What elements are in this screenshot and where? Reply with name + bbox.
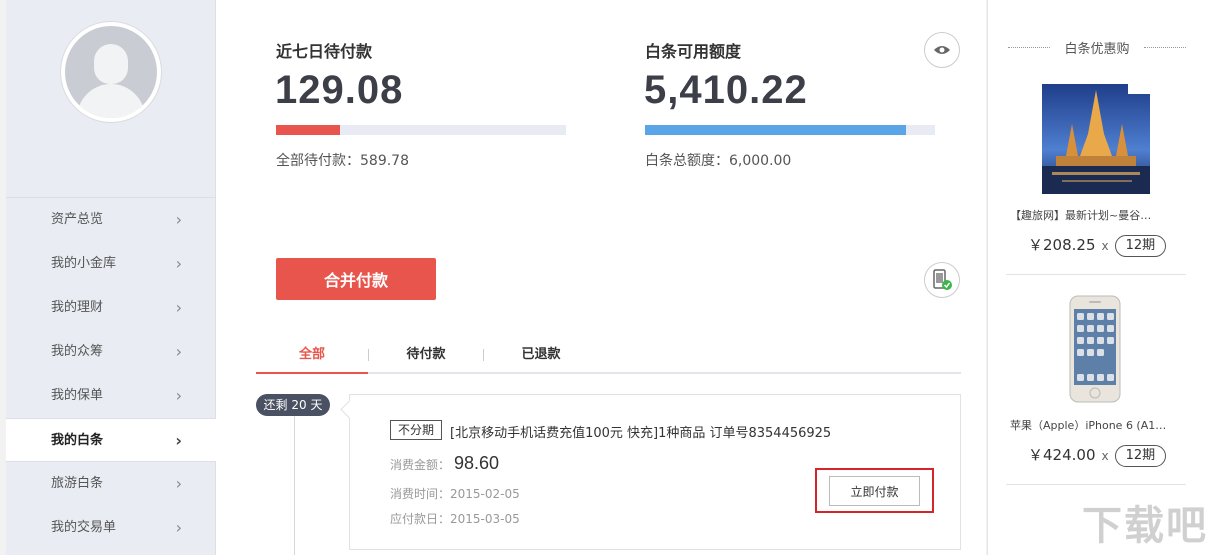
available-progress-bar [645, 125, 935, 135]
page-root: 资产总览 › 我的小金库 › 我的理财 › 我的众筹 › 我的保单 › 我的白条… [0, 0, 1214, 555]
promo-panel: 白条优惠购 【趣旅网】最新计划~曼谷… ￥208.25 x 12期 苹果（App… [987, 0, 1214, 555]
credit-total-label: 白条总额度： [645, 153, 729, 169]
promo-title: 白条优惠购 [1008, 38, 1186, 57]
available-value: 5,410.22 [644, 68, 808, 112]
order-card: 不分期 [北京移动手机话费充值100元 快充]1种商品 订单号835445692… [349, 394, 961, 550]
sidebar-menu: 资产总览 › 我的小金库 › 我的理财 › 我的众筹 › 我的保单 › 我的白条… [6, 197, 216, 550]
sidebar: 资产总览 › 我的小金库 › 我的理财 › 我的众筹 › 我的保单 › 我的白条… [6, 0, 216, 555]
timeline-line [294, 416, 295, 555]
sidebar-item-small-vault[interactable]: 我的小金库 › [6, 242, 216, 286]
available-progress-fill [645, 125, 906, 135]
mobile-pay-button[interactable] [924, 262, 960, 298]
due7-total-value: 589.78 [360, 153, 409, 169]
chevron-right-icon: › [175, 386, 182, 405]
product-price-row: ￥208.25 x 12期 [1028, 234, 1167, 257]
merge-pay-button[interactable]: 合并付款 [276, 258, 436, 300]
toggle-visibility-button[interactable] [924, 32, 960, 68]
watermark-logo: 下载吧 [1082, 503, 1208, 549]
due-label: 应付款日： [390, 512, 451, 526]
order-tabs: 全部 待付款 已退款 [256, 340, 961, 374]
product-price: ￥208.25 [1028, 236, 1096, 254]
chevron-right-icon: › [175, 518, 182, 537]
installment-period[interactable]: 12期 [1114, 444, 1167, 467]
product-name[interactable]: 苹果（Apple）iPhone 6 (A1… [1010, 417, 1170, 433]
due7-total: 全部待付款：589.78 [276, 150, 409, 170]
product-name[interactable]: 【趣旅网】最新计划~曼谷… [1010, 207, 1170, 223]
due7-title: 近七日待付款 [276, 42, 373, 61]
sidebar-item-label: 我的白条 [51, 433, 104, 448]
chevron-right-icon: › [175, 210, 182, 229]
sidebar-item-label: 资产总览 [51, 212, 104, 227]
available-title: 白条可用额度 [645, 42, 742, 61]
iphone-image [1069, 295, 1121, 403]
sidebar-item-crowdfunding[interactable]: 我的众筹 › [6, 330, 216, 374]
order-title[interactable]: [北京移动手机话费充值100元 快充]1种商品 订单号8354456925 [450, 422, 831, 441]
sidebar-item-label: 我的理财 [51, 300, 104, 315]
chevron-right-icon: › [175, 342, 182, 361]
time-row: 消费时间：2015-02-05 [390, 485, 520, 502]
main-content: 近七日待付款 129.08 全部待付款：589.78 白条可用额度 5,410.… [216, 0, 986, 555]
chevron-right-icon: › [175, 431, 182, 450]
chevron-right-icon: › [175, 298, 182, 317]
due7-value: 129.08 [275, 68, 404, 112]
sidebar-item-asset-overview[interactable]: 资产总览 › [6, 198, 216, 242]
installment-tag: 不分期 [390, 420, 443, 440]
eye-icon [934, 46, 950, 54]
amount-value: 98.60 [454, 453, 500, 473]
amount-label: 消费金额： [390, 458, 451, 472]
sidebar-item-transactions[interactable]: 我的交易单 › [6, 506, 216, 550]
sidebar-item-insurance[interactable]: 我的保单 › [6, 374, 216, 418]
chevron-right-icon: › [175, 474, 182, 493]
product-price-row: ￥424.00 x 12期 [1028, 444, 1167, 467]
sidebar-item-label: 我的交易单 [51, 520, 117, 535]
credit-total: 白条总额度：6,000.00 [645, 150, 791, 170]
sidebar-item-label: 旅游白条 [51, 476, 104, 491]
due7-total-label: 全部待付款： [276, 153, 360, 169]
tab-pending[interactable]: 待付款 [369, 340, 483, 374]
due-row: 应付款日：2015-03-05 [390, 510, 520, 527]
product-image-iphone[interactable] [1068, 295, 1122, 403]
phone-check-icon [933, 269, 952, 290]
product-image-travel[interactable] [1042, 84, 1150, 194]
sidebar-item-label: 我的保单 [51, 388, 104, 403]
sidebar-item-label: 我的小金库 [51, 256, 117, 271]
pay-now-button[interactable]: 立即付款 [829, 476, 920, 506]
time-value: 2015-02-05 [450, 487, 520, 501]
temple-image [1042, 84, 1150, 194]
installment-period[interactable]: 12期 [1114, 234, 1167, 257]
avatar[interactable] [61, 22, 161, 122]
sidebar-item-finance[interactable]: 我的理财 › [6, 286, 216, 330]
tab-refunded[interactable]: 已退款 [484, 340, 598, 374]
chevron-right-icon: › [175, 254, 182, 273]
due7-progress-bar [276, 125, 566, 135]
due-value: 2015-03-05 [450, 512, 520, 526]
sidebar-item-travel-baitiao[interactable]: 旅游白条 › [6, 462, 216, 506]
time-label: 消费时间： [390, 487, 451, 501]
sidebar-item-label: 我的众筹 [51, 344, 104, 359]
product-price: ￥424.00 [1028, 446, 1096, 464]
credit-total-value: 6,000.00 [729, 153, 792, 169]
sidebar-item-baitiao[interactable]: 我的白条 › [6, 418, 216, 462]
days-left-badge: 还剩 20 天 [256, 394, 330, 416]
times-sign: x [1101, 239, 1109, 253]
times-sign: x [1101, 449, 1109, 463]
tab-all[interactable]: 全部 [256, 340, 368, 374]
due7-progress-fill [276, 125, 340, 135]
amount-row: 消费金额： 98.60 [390, 453, 499, 474]
